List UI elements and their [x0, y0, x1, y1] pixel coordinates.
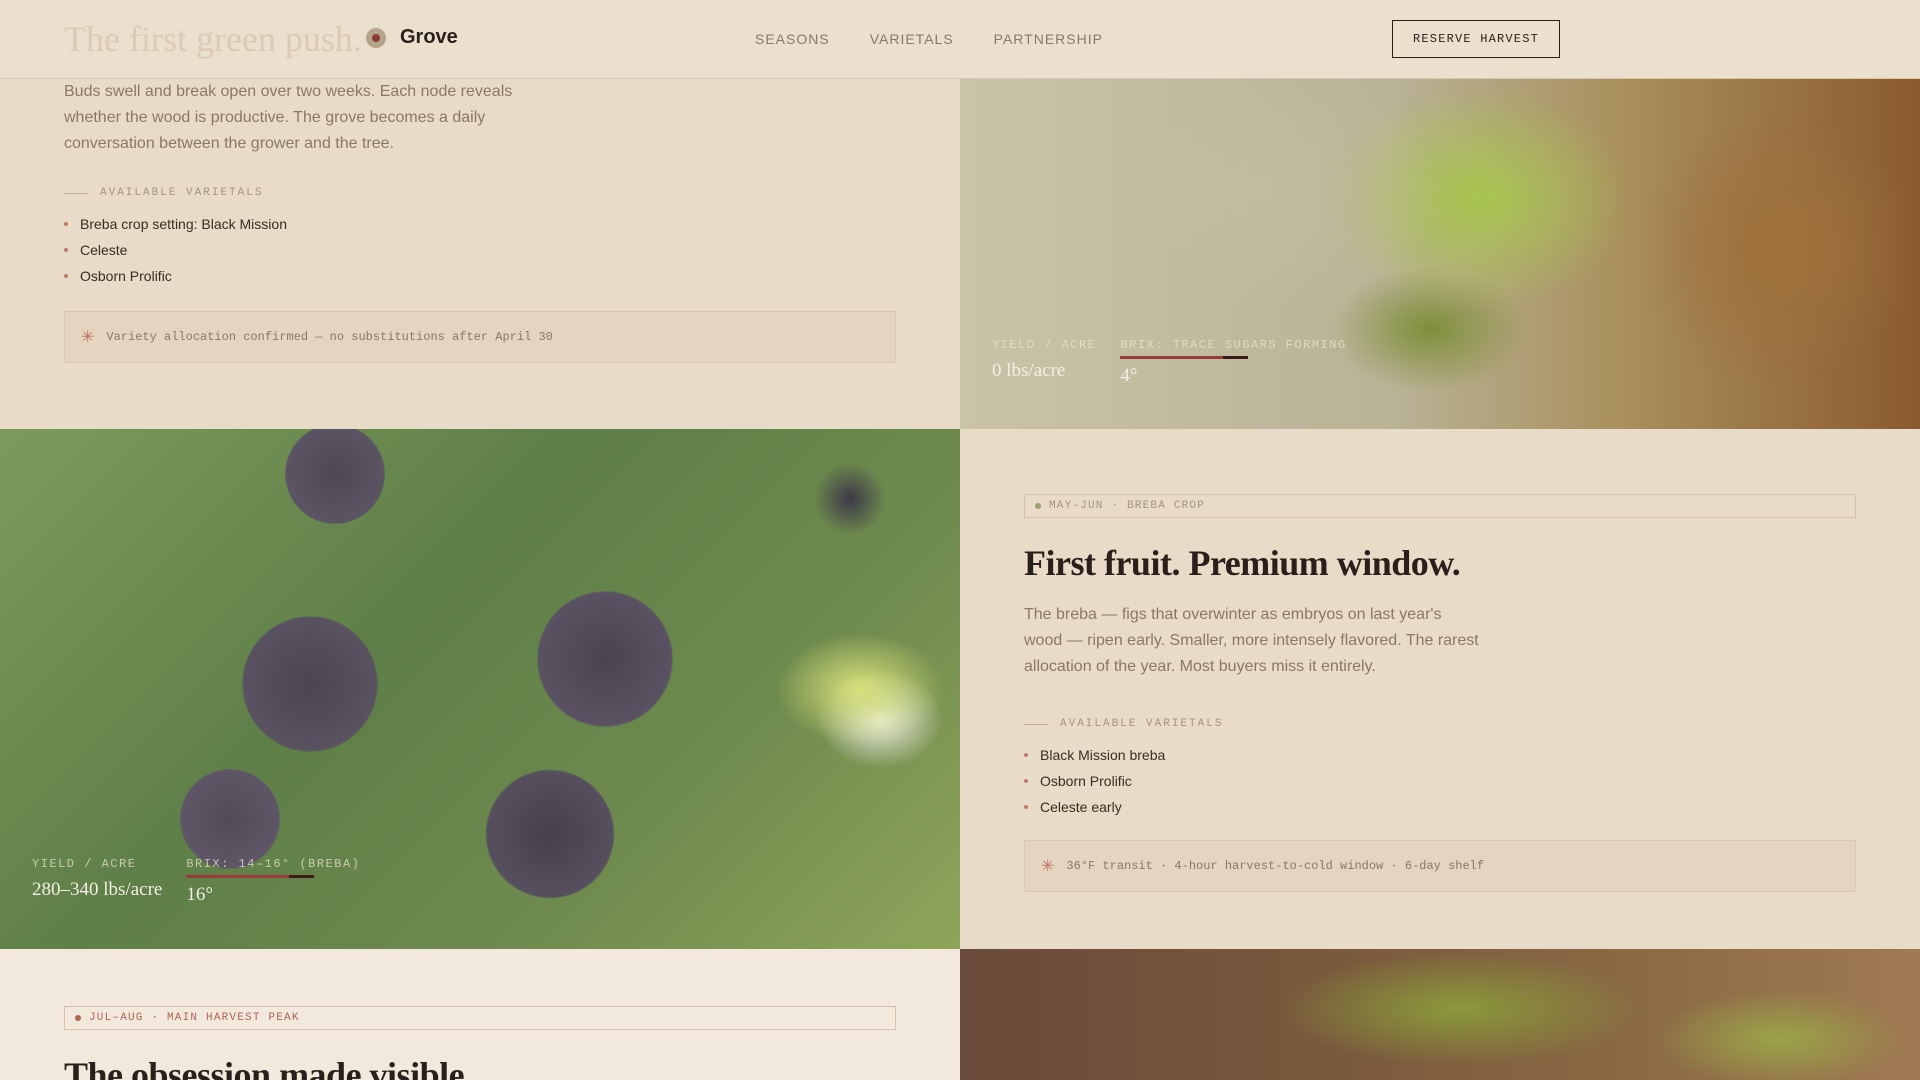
grove-logo-icon [366, 27, 386, 48]
brix-bar [186, 875, 315, 878]
yield-stat: YIELD / ACRE 280–340 lbs/acre [32, 857, 163, 900]
asterisk-icon: ✳ [1041, 858, 1055, 876]
brix-stat: BRIX: TRACE SUGARS FORMING 4° [1120, 338, 1347, 386]
budbreak-note: ✳ Variety allocation confirmed — no subs… [64, 311, 896, 363]
asterisk-icon: ✳ [81, 329, 95, 347]
breba-season-tag: MAY–JUN · BREBA CROP [1024, 494, 1856, 518]
dot-icon [75, 1015, 81, 1021]
yield-stat: YIELD / ACRE 0 lbs/acre [992, 338, 1097, 381]
brix-stat: BRIX: 14–16° (BREBA) 16° [186, 857, 361, 905]
ghost-section-title: The first green push. [64, 19, 362, 59]
list-item: Osborn Prolific [1024, 768, 1920, 794]
budbreak-varietal-list: Breba crop setting: Black Mission Celest… [64, 211, 960, 289]
bud-image: YIELD / ACRE 0 lbs/acre BRIX: TRACE SUGA… [960, 79, 1920, 429]
figs-image: YIELD / ACRE 280–340 lbs/acre BRIX: 14–1… [0, 429, 960, 949]
list-item: Black Mission breba [1024, 742, 1920, 768]
label-dash [64, 192, 88, 194]
nav-varietals[interactable]: VARIETALS [870, 31, 954, 47]
budbreak-varietals-label: AVAILABLE VARIETALS [64, 187, 960, 199]
yield-value: 0 lbs/acre [992, 360, 1066, 381]
breba-description: The breba — figs that overwinter as embr… [1024, 606, 1479, 675]
bud-image-stats: YIELD / ACRE 0 lbs/acre BRIX: TRACE SUGA… [992, 338, 1347, 387]
label-dash [1024, 723, 1048, 725]
brand-link[interactable]: Grove [366, 26, 458, 49]
budbreak-description: Buds swell and break open over two weeks… [64, 83, 513, 152]
brand-name: Grove [400, 26, 458, 48]
brix-value: 4° [1120, 365, 1138, 386]
figs-image-stats: YIELD / ACRE 280–340 lbs/acre BRIX: 14–1… [32, 857, 360, 906]
brix-value: 16° [186, 884, 213, 905]
breba-note: ✳ 36°F transit · 4-hour harvest-to-cold … [1024, 840, 1856, 892]
breba-varietal-list: Black Mission breba Osborn Prolific Cele… [1024, 742, 1920, 820]
nav-seasons[interactable]: SEASONS [755, 31, 830, 47]
list-item: Celeste [64, 237, 960, 263]
main-season-tag: JUL–AUG · MAIN HARVEST PEAK [64, 1006, 896, 1030]
list-item: Osborn Prolific [64, 263, 960, 289]
brix-bar-fill [186, 875, 289, 878]
breba-varietals-label: AVAILABLE VARIETALS [1024, 718, 1920, 730]
list-item: Breba crop setting: Black Mission [64, 211, 960, 237]
main-harvest-text-panel: JUL–AUG · MAIN HARVEST PEAK The obsessio… [0, 949, 960, 1080]
orchard-rows-image [960, 949, 1920, 1080]
list-item: Celeste early [1024, 794, 1920, 820]
yield-value: 280–340 lbs/acre [32, 879, 163, 900]
reserve-harvest-button[interactable]: RESERVE HARVEST [1392, 20, 1560, 58]
main-nav: SEASONS VARIETALS PARTNERSHIP [755, 31, 1103, 47]
breba-text-panel: MAY–JUN · BREBA CROP First fruit. Premiu… [960, 429, 1920, 949]
brix-bar-fill [1120, 356, 1223, 359]
dot-icon [1035, 503, 1041, 509]
breba-headline: First fruit. Premium window. [1024, 543, 1461, 583]
site-header: The first green push. Grove SEASONS VARI… [0, 0, 1920, 79]
nav-partnership[interactable]: PARTNERSHIP [994, 31, 1103, 47]
main-headline: The obsession made visible. [64, 1055, 473, 1080]
brix-bar [1120, 356, 1249, 359]
budbreak-text-panel: Buds swell and break open over two weeks… [0, 79, 960, 429]
